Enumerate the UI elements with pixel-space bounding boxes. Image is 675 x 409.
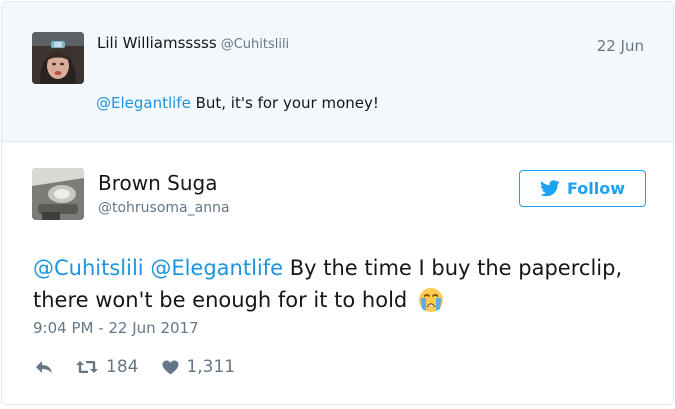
- tweet-timestamp[interactable]: 9:04 PM - 22 Jun 2017: [33, 319, 199, 337]
- retweet-icon: [76, 361, 98, 373]
- retweet-count: 184: [106, 357, 139, 377]
- retweet-action[interactable]: 184: [75, 357, 138, 377]
- main-author-name[interactable]: Brown Suga: [98, 171, 217, 195]
- follow-button[interactable]: Follow: [519, 170, 646, 207]
- like-count: 1,311: [186, 357, 236, 377]
- parent-author-name[interactable]: Lili Williamsssss: [97, 34, 217, 52]
- tweet-actions: 184 1,311: [35, 357, 235, 377]
- embedded-tweet-card: Lili Williamsssss @Cuhitslili 22 Jun @Ele…: [1, 1, 674, 405]
- parent-author[interactable]: Lili Williamsssss @Cuhitslili: [97, 34, 289, 52]
- parent-tweet-text: @Elegantlife But, it's for your money!: [96, 94, 379, 112]
- main-avatar[interactable]: [32, 168, 84, 220]
- like-action[interactable]: 1,311: [162, 357, 235, 377]
- parent-mention-link[interactable]: @Elegantlife: [96, 94, 191, 112]
- mention-link-cuhitslili[interactable]: @Cuhitslili: [33, 256, 144, 280]
- parent-avatar[interactable]: [32, 32, 84, 84]
- parent-tweet[interactable]: Lili Williamsssss @Cuhitslili 22 Jun @Ele…: [2, 2, 673, 142]
- twitter-bird-icon: [539, 180, 560, 197]
- parent-avatar-image: [32, 32, 84, 84]
- parent-author-handle[interactable]: @Cuhitslili: [221, 37, 290, 52]
- loudly-crying-face-emoji: [418, 288, 443, 312]
- main-tweet-text: @Cuhitslili @Elegantlife By the time I b…: [33, 252, 633, 316]
- heart-icon: [162, 360, 179, 374]
- parent-tweet-date[interactable]: 22 Jun: [597, 37, 644, 55]
- parent-tweet-body: But, it's for your money!: [190, 94, 379, 112]
- reply-action[interactable]: [35, 360, 53, 374]
- main-author-handle[interactable]: @tohrusoma_anna: [98, 200, 230, 216]
- main-avatar-image: [32, 168, 84, 220]
- mention-link-elegantlife[interactable]: @Elegantlife: [150, 256, 283, 280]
- reply-icon: [36, 361, 52, 373]
- follow-button-label: Follow: [566, 179, 625, 198]
